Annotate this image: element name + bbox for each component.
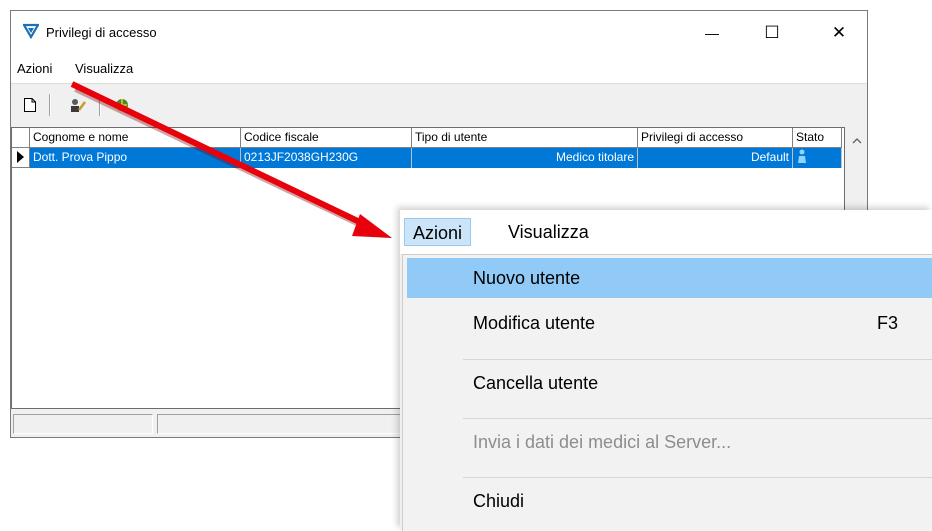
maximize-icon: ☐	[764, 23, 780, 42]
menu-separator	[463, 477, 932, 478]
menu-separator	[463, 359, 932, 360]
menu-item-label: Nuovo utente	[473, 268, 581, 288]
row-pointer-icon	[12, 148, 30, 168]
title-bar: Privilegi di accesso — ☐ ✕	[11, 11, 867, 55]
cell-tipo[interactable]: Medico titolare	[412, 148, 638, 168]
menu-visualizza[interactable]: Visualizza	[75, 61, 133, 76]
window-title: Privilegi di accesso	[46, 25, 157, 40]
scroll-up-icon[interactable]	[852, 133, 862, 148]
zoom-menu-bar: Azioni Visualizza	[400, 210, 932, 254]
close-button[interactable]: ✕	[816, 15, 862, 51]
cell-privilegi[interactable]: Default	[638, 148, 793, 168]
column-header-codice[interactable]: Codice fiscale	[241, 128, 412, 148]
menu-item-nuovo-utente[interactable]: Nuovo utente	[407, 258, 932, 298]
menu-item-label: Invia i dati dei medici al Server...	[473, 432, 732, 452]
menu-azioni[interactable]: Azioni	[17, 61, 52, 76]
toolbar	[11, 83, 867, 128]
table-row[interactable]: Dott. Prova Pippo 0213JF2038GH230G Medic…	[12, 148, 844, 168]
zoom-menu-azioni[interactable]: Azioni	[404, 218, 472, 246]
menu-item-invia-dati-server: Invia i dati dei medici al Server...	[407, 422, 932, 462]
header-corner	[12, 128, 30, 148]
close-icon: ✕	[831, 23, 847, 42]
cell-codice[interactable]: 0213JF2038GH230G	[241, 148, 412, 168]
app-logo-icon	[22, 23, 40, 40]
user-icon	[798, 149, 806, 163]
new-document-icon[interactable]	[19, 94, 41, 116]
azioni-dropdown: Nuovo utente Modifica utente F3 Cancella…	[402, 254, 932, 531]
menu-item-label: Modifica utente	[473, 313, 596, 333]
column-header-nome[interactable]: Cognome e nome	[30, 128, 241, 148]
column-header-stato[interactable]: Stato	[793, 128, 842, 148]
network-icon[interactable]	[111, 94, 133, 116]
menu-item-label: Chiudi	[473, 491, 525, 511]
minimize-button[interactable]: —	[689, 15, 735, 51]
toolbar-separator	[49, 94, 51, 116]
minimize-icon: —	[705, 25, 719, 41]
grid-header: Cognome e nome Codice fiscale Tipo di ut…	[12, 128, 844, 148]
cell-stato[interactable]	[793, 148, 842, 168]
menu-item-shortcut: F3	[877, 313, 899, 333]
column-header-privilegi[interactable]: Privilegi di accesso	[638, 128, 793, 148]
menu-item-modifica-utente[interactable]: Modifica utente F3	[407, 303, 932, 343]
maximize-button[interactable]: ☐	[749, 15, 795, 51]
menu-item-label: Cancella utente	[473, 373, 599, 393]
zoom-menu-visualizza[interactable]: Visualizza	[500, 218, 597, 246]
cell-nome[interactable]: Dott. Prova Pippo	[30, 148, 241, 168]
toolbar-separator	[99, 94, 101, 116]
menu-item-chiudi[interactable]: Chiudi	[407, 481, 932, 521]
status-panel	[13, 414, 153, 434]
menu-item-cancella-utente[interactable]: Cancella utente	[407, 363, 932, 403]
edit-user-icon[interactable]	[67, 94, 89, 116]
column-header-tipo[interactable]: Tipo di utente	[412, 128, 638, 148]
zoomed-menu-callout: Azioni Visualizza Nuovo utente Modifica …	[400, 210, 932, 531]
menu-separator	[463, 418, 932, 419]
menu-bar: Azioni Visualizza	[11, 55, 867, 83]
